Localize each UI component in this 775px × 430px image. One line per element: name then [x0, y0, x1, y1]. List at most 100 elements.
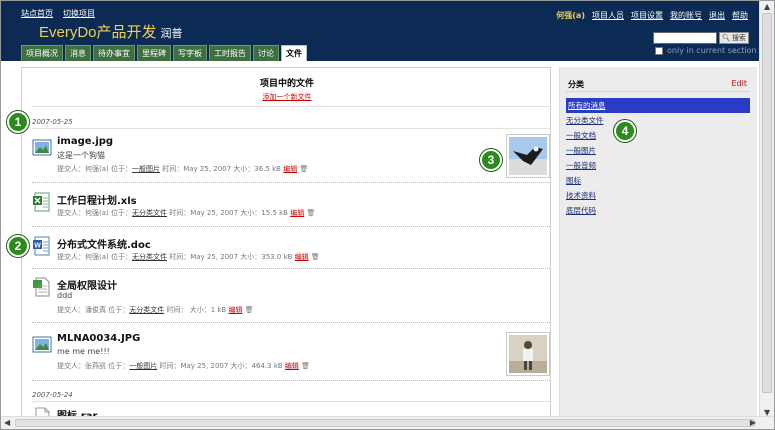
search-button[interactable]: 🔍︎ 搜索 — [719, 32, 749, 44]
file-meta: 提交人：何强(a) 位于：一般图片 时间：May 25, 2007 大小：36.… — [57, 164, 308, 174]
file-meta-details: 时间：May 25, 2007 大小：464.3 kB — [159, 362, 283, 370]
browser-page: 站点首页 切换项目 EveryDo产品开发 润普 何强(a) 项目人员 项目设置… — [0, 0, 775, 430]
tab-overview[interactable]: 项目概况 — [21, 45, 63, 61]
edit-link[interactable]: 编辑 — [228, 306, 242, 314]
files-panel: 项目中的文件 添加一个新文件 2007-05-25 image.jpg 这是一个… — [21, 67, 551, 417]
search-icon: 🔍︎ — [722, 34, 731, 42]
file-folder-link[interactable]: 一般图片 — [132, 165, 160, 173]
file-folder-link[interactable]: 无分类文件 — [132, 253, 167, 261]
category-item-icons[interactable]: 图标 — [566, 173, 750, 188]
only-in-section-checkbox[interactable] — [655, 46, 663, 55]
tab-milestones[interactable]: 里程碑 — [137, 45, 171, 61]
divider — [32, 380, 550, 381]
file-meta: 提交人：潘俊真 位于：无分类文件 时间： 大小：1 kB 编辑 🗑︎ — [57, 305, 254, 315]
tab-todos[interactable]: 待办事宜 — [93, 45, 135, 61]
edit-link[interactable]: 编辑 — [295, 253, 309, 261]
file-name-link[interactable]: 工作日程计划.xls — [57, 192, 137, 207]
category-item-images[interactable]: 一般图片 — [566, 143, 750, 158]
category-edit-link[interactable]: Edit — [732, 79, 748, 88]
file-description: me me me!!! — [57, 347, 110, 356]
top-links: 站点首页 切换项目 — [21, 8, 95, 19]
category-item-documents[interactable]: 一般文档 — [566, 128, 750, 143]
category-item-tech-docs[interactable]: 技术资料 — [566, 188, 750, 203]
search-input[interactable] — [653, 32, 717, 44]
tab-writeboard[interactable]: 写字板 — [173, 45, 207, 61]
divider — [32, 106, 550, 107]
vertical-scroll-thumb[interactable] — [762, 13, 772, 393]
category-list: 所有的消息 无分类文件 一般文档 一般图片 一般音频 图标 技术资料 底层代码 — [566, 98, 750, 218]
category-item-audio[interactable]: 一般音频 — [566, 158, 750, 173]
trash-icon[interactable]: 🗑︎ — [299, 165, 308, 173]
file-name-link[interactable]: MLNA0034.JPG — [57, 333, 140, 344]
file-thumbnail[interactable] — [506, 332, 550, 376]
my-account-link[interactable]: 我的账号 — [670, 10, 702, 21]
home-link[interactable]: 站点首页 — [21, 8, 53, 19]
file-item: 工作日程计划.xls 提交人：何强(a) 位于：无分类文件 时间：May 25,… — [32, 192, 550, 228]
file-thumbnail[interactable] — [506, 134, 550, 178]
file-item: 全局权限设计 ddd 提交人：潘俊真 位于：无分类文件 时间： 大小：1 kB … — [32, 277, 550, 323]
vertical-scrollbar[interactable]: ▲ ▼ — [759, 1, 774, 418]
svg-text:W: W — [34, 243, 41, 250]
page-title: 项目中的文件 — [259, 79, 314, 89]
file-meta-owner: 提交人：何强(a) 位于： — [57, 209, 132, 217]
trash-icon[interactable]: 🗑︎ — [311, 253, 320, 261]
callout-marker-1: 1 — [7, 111, 29, 133]
callout-marker-4: 4 — [614, 120, 636, 142]
project-members-link[interactable]: 项目人员 — [592, 10, 624, 21]
file-description: 这是一个狗猫 — [57, 151, 105, 160]
category-item-source-code[interactable]: 底层代码 — [566, 203, 750, 218]
trash-icon[interactable]: 🗑︎ — [301, 362, 310, 370]
edit-link[interactable]: 编辑 — [283, 165, 297, 173]
file-meta-details: 时间：May 25, 2007 大小：36.5 kB — [162, 165, 281, 173]
scroll-right-icon[interactable]: ▶ — [750, 418, 756, 427]
category-item-all[interactable]: 所有的消息 — [566, 98, 750, 113]
edit-link[interactable]: 编辑 — [290, 209, 304, 217]
file-item: MLNA0034.JPG me me me!!! 提交人：张燕凯 位于：一般图片… — [32, 332, 550, 379]
main-tabs: 项目概况 消息 待办事宜 里程碑 写字板 工时报告 讨论 文件 — [21, 45, 307, 61]
current-user[interactable]: 何强(a) — [556, 10, 585, 21]
divider — [32, 322, 550, 323]
trash-icon[interactable]: 🗑︎ — [245, 306, 254, 314]
file-meta: 提交人：何强(a) 位于：无分类文件 时间：May 25, 2007 大小：35… — [57, 252, 320, 262]
only-in-section-option: only in current section — [655, 46, 757, 55]
file-name-link[interactable]: 分布式文件系统.doc — [57, 236, 151, 251]
file-name-link[interactable]: image.jpg — [57, 136, 113, 147]
date-heading: 2007-05-25 — [32, 118, 73, 126]
logout-link[interactable]: 退出 — [709, 10, 725, 21]
divider — [32, 226, 550, 227]
add-file-link[interactable]: 添加一个新文件 — [22, 92, 550, 102]
project-settings-link[interactable]: 项目设置 — [631, 10, 663, 21]
divider — [566, 91, 750, 92]
file-meta-owner: 提交人：张燕凯 位于： — [57, 362, 130, 370]
category-item-uncategorized[interactable]: 无分类文件 — [566, 113, 750, 128]
only-in-section-label: only in current section — [667, 46, 757, 55]
trash-icon[interactable]: 🗑︎ — [306, 209, 315, 217]
tab-time-report[interactable]: 工时报告 — [209, 45, 251, 61]
file-folder-link[interactable]: 一般图片 — [129, 362, 157, 370]
horizontal-scroll-thumb[interactable] — [15, 419, 755, 427]
edit-link[interactable]: 编辑 — [285, 362, 299, 370]
file-folder-link[interactable]: 无分类文件 — [129, 306, 164, 314]
callout-marker-3: 3 — [480, 149, 502, 171]
file-meta-owner: 提交人：何强(a) 位于： — [57, 165, 132, 173]
file-description: ddd — [57, 291, 73, 300]
scroll-up-icon[interactable]: ▲ — [764, 2, 770, 11]
file-meta: 提交人：张燕凯 位于：一般图片 时间：May 25, 2007 大小：464.3… — [57, 361, 310, 371]
tab-files[interactable]: 文件 — [281, 45, 307, 61]
divider — [32, 268, 550, 269]
user-bar: 何强(a) 项目人员 项目设置 我的账号 退出 帮助 — [556, 10, 748, 21]
tab-messages[interactable]: 消息 — [65, 45, 91, 61]
scroll-left-icon[interactable]: ◀ — [4, 418, 10, 427]
horizontal-scrollbar[interactable]: ◀ ▶ — [1, 416, 774, 429]
text-file-icon — [33, 277, 50, 297]
tab-discussion[interactable]: 讨论 — [253, 45, 279, 61]
file-folder-link[interactable]: 无分类文件 — [132, 209, 167, 217]
file-meta-details: 时间：May 25, 2007 大小：15.5 kB — [169, 209, 288, 217]
switch-project-link[interactable]: 切换项目 — [63, 8, 95, 19]
person-thumbnail-image — [509, 335, 547, 373]
divider — [32, 182, 550, 183]
category-heading: 分类 — [568, 80, 584, 89]
help-link[interactable]: 帮助 — [732, 10, 748, 21]
file-meta-details: 时间：May 25, 2007 大小：353.0 kB — [169, 253, 293, 261]
file-name-link[interactable]: 全局权限设计 — [57, 277, 117, 292]
